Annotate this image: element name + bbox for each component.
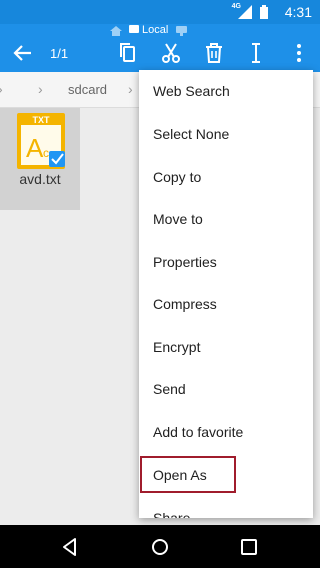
svg-text:A: A <box>26 133 44 163</box>
menu-item-select-none[interactable]: Select None <box>139 113 313 155</box>
recents-square-icon[interactable] <box>237 535 261 559</box>
file-item[interactable]: TXT A c avd.txt <box>0 108 80 210</box>
system-nav-bar <box>0 525 320 568</box>
back-arrow-icon[interactable] <box>10 40 36 66</box>
rename-cursor-icon[interactable] <box>244 41 268 65</box>
menu-item-encrypt[interactable]: Encrypt <box>139 326 313 368</box>
location-bar: Local <box>0 24 320 38</box>
copy-icon[interactable] <box>116 41 140 65</box>
menu-item-share[interactable]: Share <box>139 497 313 518</box>
text-file-icon: TXT A c <box>17 113 65 169</box>
menu-item-web-search[interactable]: Web Search <box>139 70 313 112</box>
context-menu: Web Search Select None Copy to Move to P… <box>139 70 313 518</box>
back-triangle-icon[interactable] <box>58 535 82 559</box>
local-storage-chip[interactable]: Local <box>129 24 168 37</box>
network-icon[interactable] <box>176 26 187 36</box>
action-toolbar: Local 1/1 <box>0 24 320 72</box>
chevron-right-icon: › <box>38 81 43 97</box>
cut-icon[interactable] <box>159 41 183 65</box>
menu-item-send[interactable]: Send <box>139 368 313 410</box>
delete-icon[interactable] <box>202 41 226 65</box>
home-circle-icon[interactable] <box>148 535 172 559</box>
home-icon[interactable] <box>110 26 122 36</box>
highlight-box <box>140 456 236 493</box>
chevron-right-icon: › <box>128 81 133 97</box>
menu-item-move-to[interactable]: Move to <box>139 198 313 240</box>
menu-item-add-to-favorite[interactable]: Add to favorite <box>139 411 313 453</box>
menu-item-properties[interactable]: Properties <box>139 241 313 283</box>
battery-icon <box>260 5 268 19</box>
storage-icon <box>129 25 139 33</box>
menu-item-copy-to[interactable]: Copy to <box>139 156 313 198</box>
status-bar: 4G 4:31 <box>0 0 320 24</box>
menu-item-compress[interactable]: Compress <box>139 283 313 325</box>
file-type-label: TXT <box>33 115 51 125</box>
breadcrumb-item-sdcard[interactable]: sdcard <box>68 82 107 97</box>
location-label: Local <box>142 24 169 36</box>
selection-counter: 1/1 <box>50 46 69 61</box>
chevron-right-icon: › <box>0 81 3 97</box>
clock: 4:31 <box>284 4 312 20</box>
more-options-icon[interactable] <box>287 41 311 65</box>
svg-text:c: c <box>43 146 49 160</box>
file-name: avd.txt <box>19 171 61 187</box>
signal-icon <box>238 5 252 19</box>
